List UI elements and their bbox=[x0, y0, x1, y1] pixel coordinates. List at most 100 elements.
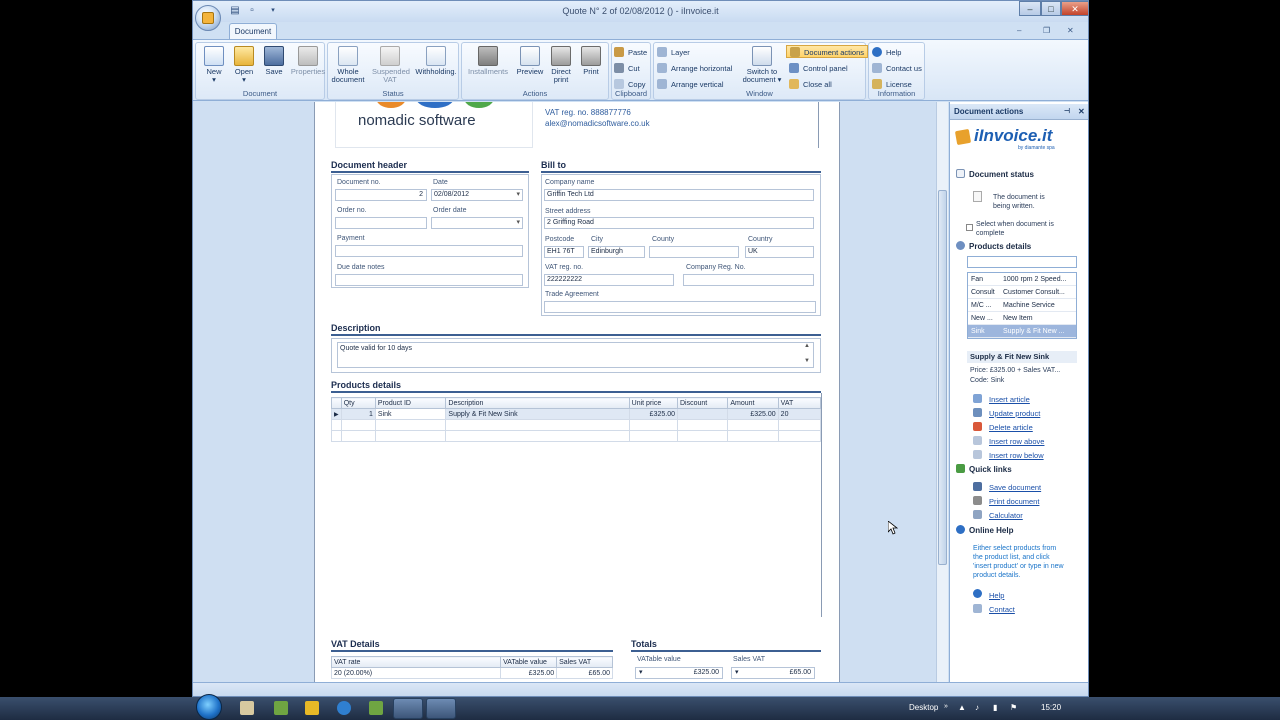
cell-discount[interactable] bbox=[676, 408, 729, 420]
country-field[interactable]: UK bbox=[745, 246, 814, 258]
insert-article-link[interactable]: Insert article bbox=[989, 395, 1030, 404]
tab-document[interactable]: Document bbox=[229, 23, 277, 39]
taskbar-app-button[interactable] bbox=[393, 698, 423, 719]
app-icon[interactable] bbox=[369, 701, 383, 715]
description-field[interactable]: Quote valid for 10 days bbox=[337, 342, 814, 368]
column-header[interactable]: Discount bbox=[676, 397, 729, 409]
document-no-field[interactable]: 2 bbox=[335, 189, 427, 201]
table-row[interactable] bbox=[331, 419, 822, 431]
panel-close-icon[interactable]: ✕ bbox=[1078, 104, 1085, 119]
mdi-close-icon[interactable]: ✕ bbox=[1067, 26, 1074, 35]
control-panel-button[interactable]: Control panel bbox=[789, 62, 848, 75]
column-header[interactable]: Sales VAT bbox=[556, 656, 613, 668]
internet-explorer-icon[interactable] bbox=[337, 701, 351, 715]
contact-us-button[interactable]: Contact us bbox=[872, 62, 922, 75]
cell-vat[interactable]: 20 bbox=[777, 408, 822, 420]
installments-button[interactable]: Installments bbox=[466, 46, 510, 76]
volume-icon[interactable]: ♪ bbox=[975, 703, 979, 712]
whole-document-button[interactable]: Whole document bbox=[330, 46, 366, 84]
network-icon[interactable]: ▮ bbox=[993, 703, 997, 712]
document-scrollbar[interactable] bbox=[936, 102, 948, 682]
cut-button[interactable]: Cut bbox=[614, 62, 640, 75]
save-button[interactable]: Save bbox=[256, 46, 292, 76]
desktop-toolbar-label[interactable]: Desktop bbox=[909, 703, 938, 712]
cell-description[interactable]: Supply & Fit New Sink bbox=[445, 408, 630, 420]
column-header[interactable]: Unit price bbox=[628, 397, 678, 409]
tray-arrow-icon[interactable]: ▲ bbox=[958, 703, 966, 712]
column-header[interactable]: VAT bbox=[777, 397, 822, 409]
column-header[interactable]: Product ID bbox=[374, 397, 447, 409]
delete-article-link[interactable]: Delete article bbox=[989, 423, 1033, 432]
help-button[interactable]: Help bbox=[872, 46, 901, 59]
print-button[interactable]: Print bbox=[573, 46, 609, 76]
calculator-link[interactable]: Calculator bbox=[989, 511, 1023, 520]
insert-row-above-link[interactable]: Insert row above bbox=[989, 437, 1044, 446]
product-list-item[interactable]: Consult Customer Consult... bbox=[968, 286, 1076, 299]
layer-button[interactable]: Layer bbox=[657, 46, 690, 59]
mdi-minimize-icon[interactable]: – bbox=[1017, 26, 1021, 35]
product-list-item[interactable]: Fan 1000 rpm 2 Speed... bbox=[968, 273, 1076, 286]
column-header[interactable]: Qty bbox=[340, 397, 376, 409]
cell-unit-price[interactable]: £325.00 bbox=[628, 408, 678, 420]
maximize-button[interactable]: □ bbox=[1041, 1, 1061, 16]
complete-checkbox[interactable] bbox=[966, 224, 973, 231]
date-field[interactable]: 02/08/2012 bbox=[431, 189, 523, 201]
postcode-field[interactable]: EH1 76T bbox=[544, 246, 584, 258]
taskbar-iinvoice-button[interactable] bbox=[426, 698, 456, 719]
street-field[interactable]: 2 Griffing Road bbox=[544, 217, 814, 229]
document-actions-button[interactable]: Document actions bbox=[786, 45, 869, 58]
close-window-button[interactable]: ✕ bbox=[1061, 1, 1088, 16]
county-field[interactable] bbox=[649, 246, 739, 258]
totals-vatable-dropdown-icon[interactable]: ▾ bbox=[639, 668, 643, 678]
explorer-icon[interactable] bbox=[240, 701, 254, 715]
update-product-link[interactable]: Update product bbox=[989, 409, 1040, 418]
paste-button[interactable]: Paste bbox=[614, 46, 647, 59]
minimize-button[interactable]: – bbox=[1019, 1, 1041, 16]
order-date-field[interactable] bbox=[431, 217, 523, 229]
app-icon[interactable] bbox=[305, 701, 319, 715]
table-row[interactable]: ▶ 1 Sink Supply & Fit New Sink £325.00 £… bbox=[331, 408, 822, 420]
scrollbar-thumb[interactable] bbox=[938, 190, 947, 565]
print-document-link[interactable]: Print document bbox=[989, 497, 1039, 506]
app-icon[interactable] bbox=[274, 701, 288, 715]
switch-document-button[interactable]: Switch to document ▾ bbox=[740, 46, 784, 84]
column-header[interactable]: Amount bbox=[727, 397, 779, 409]
suspended-vat-button[interactable]: Suspended VAT bbox=[372, 46, 410, 84]
cell-amount[interactable]: £325.00 bbox=[727, 408, 779, 420]
mdi-restore-icon[interactable]: ❐ bbox=[1043, 26, 1050, 35]
scroll-up-icon[interactable]: ▲ bbox=[804, 343, 810, 349]
vat-reg-field[interactable]: 222222222 bbox=[544, 274, 674, 286]
product-list-item[interactable]: New ... New Item bbox=[968, 312, 1076, 325]
product-search-input[interactable] bbox=[967, 256, 1077, 268]
desktop-dropdown-icon[interactable]: » bbox=[944, 703, 948, 710]
company-name-field[interactable]: Griffin Tech Ltd bbox=[544, 189, 814, 201]
action-center-icon[interactable]: ⚑ bbox=[1010, 703, 1017, 712]
column-header[interactable]: VAT rate bbox=[330, 656, 502, 668]
properties-button[interactable]: Properties bbox=[290, 46, 326, 76]
help-link[interactable]: Help bbox=[989, 591, 1004, 600]
column-header[interactable]: Description bbox=[445, 397, 630, 409]
cell-qty[interactable]: 1 bbox=[340, 408, 376, 420]
save-document-link[interactable]: Save document bbox=[989, 483, 1041, 492]
start-button[interactable] bbox=[196, 694, 222, 720]
app-menu-button[interactable] bbox=[195, 5, 221, 31]
clock[interactable]: 15:20 bbox=[1041, 703, 1061, 712]
product-list-item[interactable]: M/C ... Machine Service bbox=[968, 299, 1076, 312]
scroll-down-icon[interactable]: ▼ bbox=[804, 358, 810, 364]
company-reg-field[interactable] bbox=[683, 274, 814, 286]
trade-agreement-field[interactable] bbox=[544, 301, 816, 313]
due-date-notes-field[interactable] bbox=[335, 274, 523, 286]
product-list-item-selected[interactable]: Sink Supply & Fit New ... bbox=[968, 325, 1076, 338]
column-header[interactable]: VATable value bbox=[500, 656, 558, 668]
table-row[interactable] bbox=[331, 430, 822, 442]
order-no-field[interactable] bbox=[335, 217, 427, 229]
company-logo[interactable]: nomadic software bbox=[335, 102, 533, 148]
insert-row-below-link[interactable]: Insert row below bbox=[989, 451, 1044, 460]
contact-link[interactable]: Contact bbox=[989, 605, 1015, 614]
cell-product-id[interactable]: Sink bbox=[374, 408, 447, 420]
arrange-horizontal-button[interactable]: Arrange horizontal bbox=[657, 62, 732, 75]
withholding-button[interactable]: Withholding. bbox=[414, 46, 458, 76]
payment-field[interactable] bbox=[335, 245, 523, 257]
table-row[interactable]: 20 (20.00%) £325.00 £65.00 bbox=[330, 667, 613, 679]
pin-icon[interactable]: ⊣ bbox=[1064, 104, 1070, 119]
